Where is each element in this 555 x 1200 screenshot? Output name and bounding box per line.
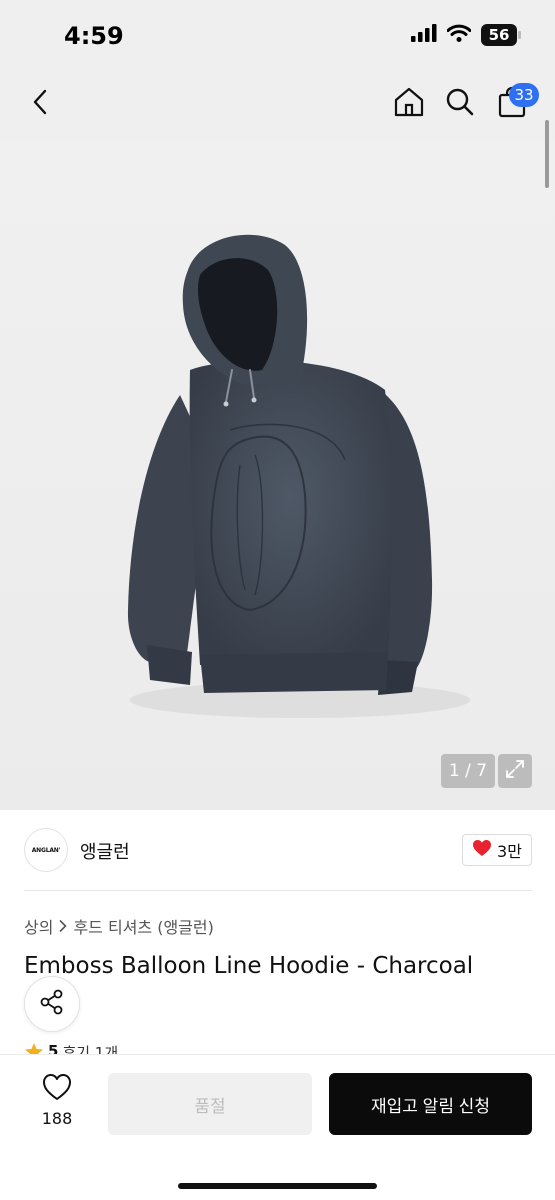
home-button[interactable] [389,84,429,124]
brand-like-button[interactable]: 3만 [462,834,532,866]
back-button[interactable] [20,84,60,124]
soldout-button: 품절 [108,1073,312,1135]
breadcrumb-category[interactable]: 상의 [24,914,53,938]
status-bar: 4:59 56 [0,0,555,70]
brand-like-count: 3만 [497,842,522,861]
breadcrumb: 상의 후드 티셔츠 (앵글런) [24,914,214,938]
breadcrumb-subcategory[interactable]: 후드 티셔츠 (앵글런) [73,914,213,938]
product-image-gallery[interactable] [0,140,555,810]
brand-row: ANGLAN' 앵글런 3만 [24,826,532,876]
chevron-right-icon [59,917,68,936]
brand-logo[interactable]: ANGLAN' [24,828,68,872]
wishlist-button[interactable]: 188 [30,1073,84,1133]
expand-image-button[interactable] [498,754,532,788]
battery-icon: 56 [481,24,521,46]
search-button[interactable] [440,84,480,124]
divider [24,890,532,891]
status-icons: 56 [411,24,521,46]
home-indicator [178,1183,377,1189]
heart-outline-icon [42,1073,72,1105]
share-icon [39,989,65,1019]
search-icon [445,87,475,121]
wifi-icon [446,24,472,46]
product-image [127,234,470,718]
cart-count-badge: 33 [509,83,539,107]
expand-icon [505,759,525,783]
brand-logo-text: ANGLAN' [31,846,61,854]
signal-icon [411,24,437,46]
home-icon [393,86,425,122]
scrollbar[interactable] [545,120,549,188]
status-time: 4:59 [64,22,124,50]
battery-level: 56 [488,26,510,44]
chevron-left-icon [32,89,48,119]
bottom-action-bar: 188 품절 재입고 알림 신청 [0,1054,555,1200]
share-button[interactable] [24,976,80,1032]
brand-name[interactable]: 앵글런 [80,838,130,864]
product-title: Emboss Balloon Line Hoodie - Charcoal [24,953,474,979]
heart-filled-icon [472,839,492,861]
image-counter: 1 / 7 [441,754,495,788]
restock-alert-button[interactable]: 재입고 알림 신청 [329,1073,532,1135]
wishlist-count: 188 [41,1109,73,1128]
top-nav-bar: 33 [0,70,555,140]
